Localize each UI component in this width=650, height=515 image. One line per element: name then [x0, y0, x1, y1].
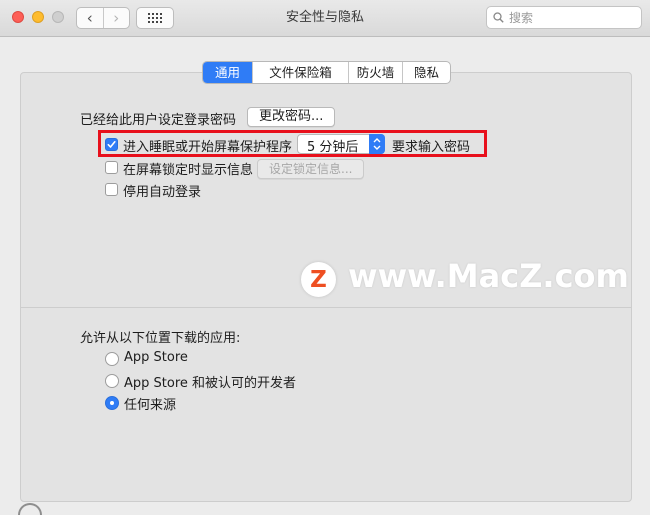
disable-auto-login-checkbox[interactable] [105, 183, 118, 196]
change-password-button[interactable]: 更改密码... [247, 107, 336, 127]
search-input[interactable] [509, 8, 637, 27]
minimize-window-button[interactable] [32, 11, 44, 23]
title-bar: ‹ › 安全性与隐私 [0, 0, 650, 37]
tab-bar: 通用 文件保险箱 防火墙 隐私 [202, 61, 451, 84]
radio-anywhere[interactable] [105, 396, 119, 410]
chevron-right-icon: › [113, 9, 120, 27]
show-message-checkbox[interactable] [105, 161, 118, 174]
downloads-heading: 允许从以下位置下载的应用: [80, 331, 241, 346]
back-button[interactable]: ‹ [77, 8, 104, 28]
password-set-label: 已经给此用户设定登录密码 [80, 113, 237, 128]
navigation-buttons: ‹ › [76, 7, 130, 29]
logo-letter: Z [310, 266, 327, 293]
zoom-window-button[interactable] [52, 11, 64, 23]
radio-app-store-identified-label: App Store 和被认可的开发者 [124, 376, 297, 391]
watermark-text: www.MacZ.com [348, 257, 629, 295]
tab-privacy[interactable]: 隐私 [402, 62, 450, 83]
radio-anywhere-label: 任何来源 [124, 398, 177, 413]
tab-firewall[interactable]: 防火墙 [348, 62, 402, 83]
disable-auto-login-label: 停用自动登录 [123, 185, 202, 200]
grid-icon [148, 13, 162, 23]
forward-button[interactable]: › [104, 8, 130, 28]
radio-app-store-identified[interactable] [105, 374, 119, 388]
chevron-left-icon: ‹ [86, 9, 93, 27]
search-icon [493, 12, 504, 23]
show-all-button[interactable] [136, 7, 174, 29]
radio-app-store-label: App Store [124, 350, 188, 365]
close-window-button[interactable] [12, 11, 24, 23]
set-lock-message-button[interactable]: 设定锁定信息... [257, 159, 365, 179]
tab-filevault[interactable]: 文件保险箱 [252, 62, 348, 83]
radio-app-store[interactable] [105, 352, 119, 366]
lock-icon[interactable] [18, 503, 42, 515]
show-message-label: 在屏幕锁定时显示信息 [123, 163, 254, 178]
macz-logo: Z [301, 262, 336, 297]
tab-general[interactable]: 通用 [203, 62, 252, 83]
search-field[interactable] [486, 6, 642, 29]
section-divider [20, 307, 632, 308]
highlight-box [98, 130, 487, 157]
